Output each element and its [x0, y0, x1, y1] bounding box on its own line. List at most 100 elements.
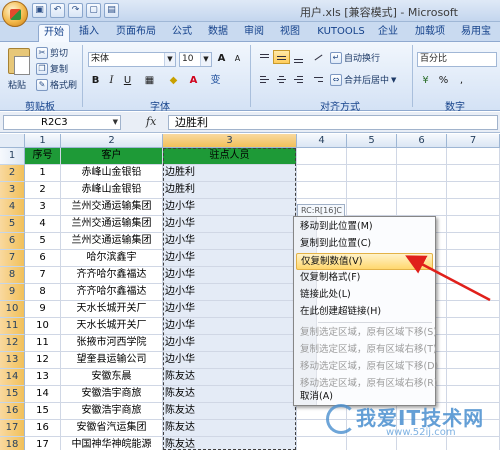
tab-review[interactable]: 审阅	[239, 24, 269, 42]
table-cell[interactable]: 边胜利	[163, 165, 297, 182]
save-icon[interactable]: ▣	[32, 3, 47, 18]
paste-button[interactable]: 粘贴	[8, 78, 26, 91]
table-cell[interactable]: 陈友达	[163, 437, 297, 450]
table-cell[interactable]: 陈友达	[163, 369, 297, 386]
align-left-icon[interactable]	[256, 72, 273, 86]
paste-icon[interactable]	[8, 48, 30, 75]
column-header[interactable]: 4	[297, 134, 347, 148]
table-cell[interactable]: 边小华	[163, 301, 297, 318]
table-cell[interactable]: 安徽浩宇商旅	[61, 403, 163, 420]
column-header[interactable]: 5	[347, 134, 397, 148]
row-header[interactable]: 8	[0, 267, 25, 284]
table-header-cell[interactable]	[297, 148, 347, 165]
table-cell[interactable]: 陈友达	[163, 403, 297, 420]
table-cell[interactable]	[347, 199, 397, 216]
table-cell[interactable]: 边小华	[163, 352, 297, 369]
copy-button[interactable]: ❐ 复制	[36, 62, 68, 75]
row-header[interactable]: 18	[0, 437, 25, 450]
table-cell[interactable]: 4	[25, 216, 61, 233]
table-cell[interactable]: 16	[25, 420, 61, 437]
bold-button[interactable]: B	[88, 74, 103, 88]
table-cell[interactable]: 望奎县运输公司	[61, 352, 163, 369]
new-icon[interactable]: ▢	[86, 3, 101, 18]
table-cell[interactable]: 6	[25, 250, 61, 267]
tab-formulas[interactable]: 公式	[167, 24, 197, 42]
table-cell[interactable]: 赤峰山金银铅	[61, 165, 163, 182]
table-cell[interactable]	[447, 199, 500, 216]
table-cell[interactable]	[447, 216, 500, 233]
tab-easyuse[interactable]: 易用宝	[456, 24, 496, 42]
row-header[interactable]: 14	[0, 369, 25, 386]
table-cell[interactable]	[297, 182, 347, 199]
row-header[interactable]: 1	[0, 148, 25, 165]
row-header[interactable]: 12	[0, 335, 25, 352]
table-cell[interactable]: 3	[25, 199, 61, 216]
row-header[interactable]: 15	[0, 386, 25, 403]
table-cell[interactable]: 安徽省汽运集团	[61, 420, 163, 437]
indent-icon[interactable]	[310, 72, 327, 86]
table-cell[interactable]: 11	[25, 335, 61, 352]
table-cell[interactable]: 10	[25, 318, 61, 335]
table-cell[interactable]: 安徽浩宇商旅	[61, 386, 163, 403]
table-cell[interactable]: 齐齐哈尔鑫福达	[61, 284, 163, 301]
row-header[interactable]: 11	[0, 318, 25, 335]
column-header[interactable]: 6	[397, 134, 447, 148]
table-cell[interactable]: 兰州交通运输集团	[61, 199, 163, 216]
table-cell[interactable]	[447, 318, 500, 335]
wrap-text-button[interactable]: ↵ 自动换行	[330, 51, 380, 64]
row-header[interactable]: 6	[0, 233, 25, 250]
comma-icon[interactable]: ,	[454, 74, 469, 88]
align-bottom-icon[interactable]	[290, 50, 307, 64]
table-cell[interactable]: 张掖市河西学院	[61, 335, 163, 352]
tab-page-layout[interactable]: 页面布局	[110, 24, 162, 42]
table-cell[interactable]	[297, 165, 347, 182]
text-orientation-icon[interactable]	[310, 50, 327, 64]
table-cell[interactable]	[397, 199, 447, 216]
row-header[interactable]: 2	[0, 165, 25, 182]
align-center-icon[interactable]	[273, 72, 290, 86]
grow-font-button[interactable]: A	[214, 52, 229, 66]
shrink-font-button[interactable]: A	[230, 52, 245, 66]
table-cell[interactable]: 边胜利	[163, 182, 297, 199]
italic-button[interactable]: I	[104, 74, 119, 88]
table-header-cell[interactable]	[397, 148, 447, 165]
redo-icon[interactable]: ↷	[68, 3, 83, 18]
table-header-cell[interactable]	[447, 148, 500, 165]
tab-kutools[interactable]: KUTOOLS	[315, 24, 367, 42]
table-cell[interactable]	[347, 165, 397, 182]
column-header[interactable]: 7	[447, 134, 500, 148]
underline-button[interactable]: U	[120, 74, 135, 88]
table-cell[interactable]	[447, 233, 500, 250]
table-cell[interactable]: 1	[25, 165, 61, 182]
select-all-corner[interactable]	[0, 134, 25, 148]
table-cell[interactable]: 赤峰山金银铅	[61, 182, 163, 199]
align-top-icon[interactable]	[256, 50, 273, 64]
row-header[interactable]: 17	[0, 420, 25, 437]
table-cell[interactable]: 17	[25, 437, 61, 450]
tab-home[interactable]: 开始	[38, 24, 70, 42]
fill-color-icon[interactable]: ◆	[166, 74, 181, 88]
row-header[interactable]: 5	[0, 216, 25, 233]
table-cell[interactable]: 边小华	[163, 335, 297, 352]
font-color-button[interactable]: A	[186, 74, 201, 88]
table-cell[interactable]: 天水长城开关厂	[61, 301, 163, 318]
table-header-cell[interactable]: 序号	[25, 148, 61, 165]
table-cell[interactable]: 安徽东晨	[61, 369, 163, 386]
table-cell[interactable]	[447, 182, 500, 199]
font-name-select[interactable]: 宋体 ▼	[88, 52, 176, 67]
row-header[interactable]: 10	[0, 301, 25, 318]
table-cell[interactable]: 5	[25, 233, 61, 250]
table-cell[interactable]: 边小华	[163, 267, 297, 284]
row-header[interactable]: 9	[0, 284, 25, 301]
table-cell[interactable]: 天水长城开关厂	[61, 318, 163, 335]
row-header[interactable]: 16	[0, 403, 25, 420]
table-cell[interactable]: 边小华	[163, 318, 297, 335]
tab-insert[interactable]: 插入	[74, 24, 104, 42]
insert-function-icon[interactable]: fx	[146, 115, 164, 130]
format-painter-button[interactable]: ✎ 格式刷	[36, 78, 77, 91]
percent-icon[interactable]: %	[436, 74, 451, 88]
table-cell[interactable]	[447, 352, 500, 369]
row-header[interactable]: 13	[0, 352, 25, 369]
table-cell[interactable]: 8	[25, 284, 61, 301]
table-header-cell[interactable]: 客户	[61, 148, 163, 165]
